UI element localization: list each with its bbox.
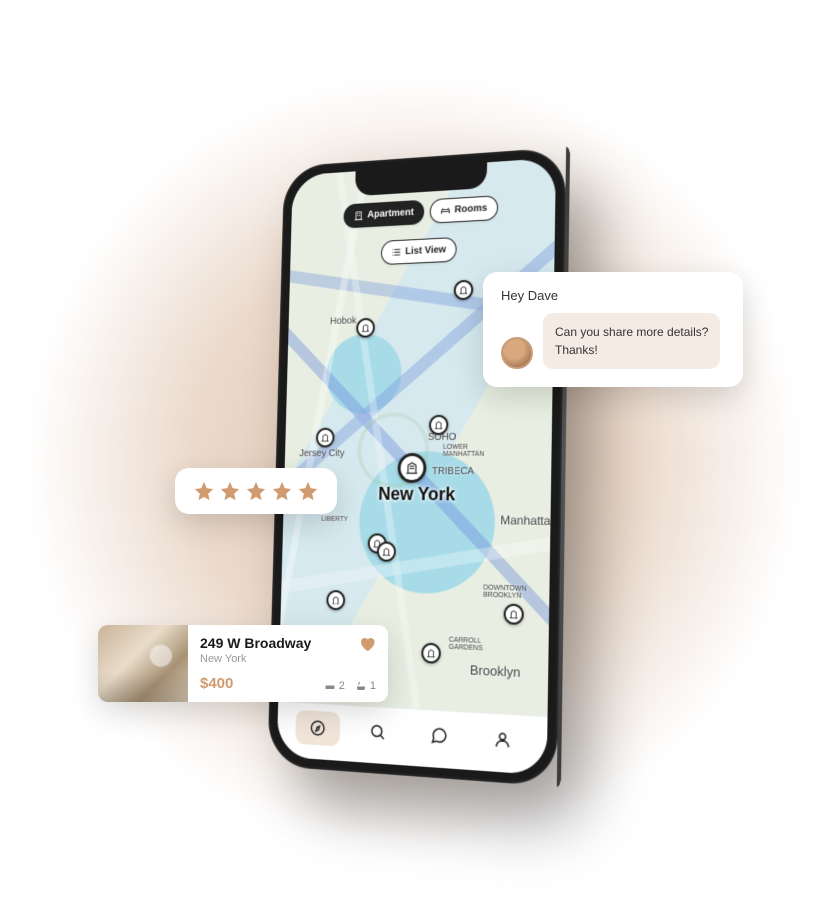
star-icon — [193, 480, 215, 502]
bed-icon — [440, 204, 451, 215]
map-marker[interactable] — [377, 541, 396, 561]
toggle-rooms-label: Rooms — [454, 202, 487, 215]
toggle-apartment[interactable]: Apartment — [343, 199, 424, 228]
toggle-rooms[interactable]: Rooms — [430, 195, 499, 224]
toggle-apartment-label: Apartment — [367, 207, 414, 220]
map-area-label: LIBERTY — [321, 515, 348, 522]
map-area-label: Brooklyn — [470, 662, 521, 680]
listing-subtitle: New York — [200, 653, 376, 665]
map-marker[interactable] — [454, 279, 474, 300]
chat-greeting: Hey Dave — [501, 288, 725, 303]
bath-icon — [355, 680, 367, 692]
map-area-label: Jersey City — [299, 448, 344, 459]
heart-icon — [358, 635, 376, 653]
bottom-nav — [277, 700, 548, 775]
list-view-button[interactable]: List View — [381, 236, 457, 264]
chat-bubble-row: Can you share more details? Thanks! — [501, 313, 725, 369]
bed-icon — [324, 680, 336, 692]
chat-message-bubble: Can you share more details? Thanks! — [543, 313, 720, 369]
map-marker[interactable] — [316, 427, 335, 447]
map-area-label: LOWER MANHATTAN — [443, 443, 497, 457]
avatar — [501, 337, 533, 369]
building-icon — [405, 461, 419, 475]
building-icon — [361, 322, 370, 332]
chat-message-line: Thanks! — [555, 341, 708, 359]
listing-price: $400 — [200, 675, 233, 692]
map-main-label: New York — [378, 483, 455, 505]
building-icon — [331, 595, 340, 605]
map-area-label: Manhatta — [500, 513, 550, 528]
map-area-label: SOHO — [428, 431, 457, 442]
home-indicator — [355, 761, 461, 773]
map-area-label: TRIBECA — [432, 466, 474, 477]
map-marker-main[interactable] — [397, 452, 426, 482]
search-icon — [369, 721, 386, 740]
building-icon — [321, 432, 330, 442]
star-icon — [271, 480, 293, 502]
compass-icon — [309, 718, 326, 737]
map-marker[interactable] — [503, 603, 523, 624]
chat-card: Hey Dave Can you share more details? Tha… — [483, 272, 743, 387]
building-icon — [354, 210, 364, 221]
nav-search[interactable] — [355, 712, 401, 749]
map-area-label: DOWNTOWN BROOKLYN — [483, 584, 543, 600]
building-icon — [434, 419, 444, 429]
map-area-label: Hobok — [330, 315, 357, 327]
nav-chat[interactable] — [415, 716, 463, 754]
list-icon — [391, 246, 402, 257]
chat-icon — [430, 725, 448, 745]
building-icon — [426, 647, 436, 658]
nav-profile[interactable] — [478, 720, 527, 759]
listing-thumbnail — [98, 625, 188, 702]
favorite-button[interactable] — [358, 635, 376, 658]
star-icon — [297, 480, 319, 502]
star-icon — [245, 480, 267, 502]
listing-card[interactable]: 249 W Broadway New York $400 2 1 — [98, 625, 388, 702]
listing-meta: 2 1 — [324, 680, 376, 692]
map-marker[interactable] — [429, 414, 449, 434]
listing-body: 249 W Broadway New York $400 2 1 — [188, 625, 388, 702]
map-area-label: CARROLL GARDENS — [449, 636, 499, 652]
building-icon — [382, 546, 392, 556]
map-marker[interactable] — [326, 589, 345, 609]
chat-message-line: Can you share more details? — [555, 323, 708, 341]
listing-beds: 2 — [339, 680, 345, 692]
map-marker[interactable] — [421, 642, 441, 663]
rating-card — [175, 468, 337, 514]
building-icon — [459, 284, 469, 294]
nav-explore[interactable] — [295, 709, 340, 746]
user-icon — [493, 729, 511, 749]
list-view-label: List View — [405, 244, 446, 257]
star-icon — [219, 480, 241, 502]
listing-baths: 1 — [370, 680, 376, 692]
building-icon — [509, 608, 519, 619]
listing-title: 249 W Broadway — [200, 635, 376, 651]
